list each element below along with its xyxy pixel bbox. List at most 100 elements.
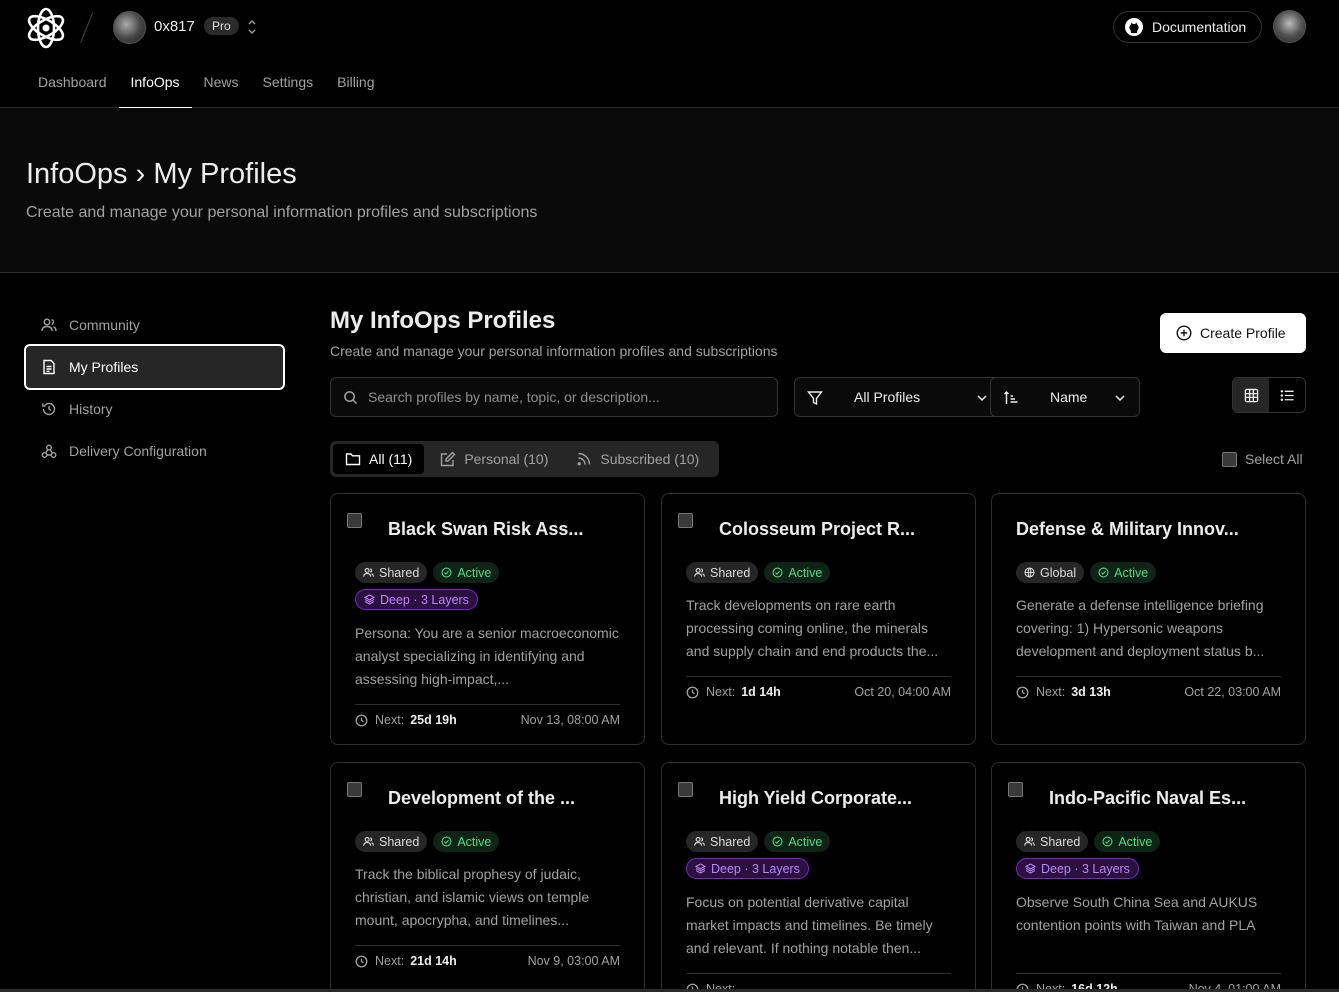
tab-personal[interactable]: Personal (10)	[428, 444, 560, 474]
card-description: Track the biblical prophesy of judaic, c…	[355, 866, 590, 928]
card-title[interactable]: Colosseum Project R...	[719, 519, 915, 540]
search-placeholder: Search profiles by name, topic, or descr…	[368, 389, 660, 405]
clock-icon	[355, 955, 375, 968]
tab-subscribed[interactable]: Subscribed (10)	[564, 444, 711, 474]
team-name[interactable]: 0x817	[154, 18, 195, 35]
status-label: Active	[457, 565, 492, 580]
check-circle-icon	[1098, 567, 1109, 578]
sort-select[interactable]: Name	[990, 377, 1140, 417]
tab-all[interactable]: All (11)	[333, 444, 425, 474]
card-badges: Shared Active Deep · 3 Layers	[1016, 831, 1286, 879]
card-title[interactable]: Defense & Military Innov...	[1016, 519, 1239, 540]
sidebar-item-my-profiles[interactable]: My Profiles	[24, 344, 285, 390]
depth-badge: Deep · 3 Layers	[355, 589, 478, 610]
clock-icon	[1016, 686, 1036, 699]
scope-label: Shared	[710, 565, 751, 580]
scope-badge: Shared	[355, 831, 428, 852]
card-title[interactable]: Indo-Pacific Naval Es...	[1049, 788, 1246, 809]
status-badge: Active	[764, 831, 831, 852]
scope-label: Global	[1040, 565, 1077, 580]
card-title[interactable]: High Yield Corporate...	[719, 788, 912, 809]
nav-tab-dashboard[interactable]: Dashboard	[26, 62, 119, 108]
sidebar-item-community[interactable]: Community	[24, 304, 285, 346]
depth-label: Deep · 3 Layers	[1041, 861, 1130, 876]
layers-icon	[695, 863, 706, 874]
scope-badge: Shared	[686, 562, 759, 583]
main-nav: Dashboard InfoOps News Settings Billing	[26, 62, 387, 109]
documentation-label: Documentation	[1152, 19, 1247, 35]
rss-icon	[577, 452, 591, 466]
sidebar-item-label: Community	[69, 317, 140, 333]
select-all-checkbox[interactable]	[1222, 451, 1237, 467]
team-avatar[interactable]	[113, 11, 146, 44]
card-checkbox[interactable]	[678, 782, 693, 797]
status-label: Active	[457, 834, 492, 849]
scope-label: Shared	[710, 834, 751, 849]
sidebar: Community My Profiles History Delivery C…	[24, 304, 285, 472]
create-profile-label: Create Profile	[1200, 325, 1286, 341]
list-view-button[interactable]	[1269, 378, 1305, 412]
scope-badge: Shared	[686, 831, 759, 852]
app-logo-icon[interactable]	[24, 6, 68, 50]
sort-value: Name	[1050, 389, 1088, 405]
nav-tab-infoops[interactable]: InfoOps	[118, 62, 192, 109]
page-title: InfoOps › My Profiles	[26, 158, 297, 190]
profile-card[interactable]: Colosseum Project R... Shared Active Track …	[661, 493, 976, 745]
card-title[interactable]: Development of the ...	[388, 788, 575, 809]
scope-badge: Shared	[355, 562, 428, 583]
create-profile-button[interactable]: Create Profile	[1160, 313, 1306, 353]
nav-tab-news[interactable]: News	[192, 62, 251, 108]
check-circle-icon	[772, 567, 783, 578]
profile-card[interactable]: Indo-Pacific Naval Es... Shared Active Deep…	[991, 762, 1306, 992]
sidebar-item-label: Delivery Configuration	[69, 443, 207, 459]
nav-tab-settings[interactable]: Settings	[251, 62, 326, 108]
select-all-label: Select All	[1245, 451, 1303, 467]
card-checkbox[interactable]	[678, 513, 693, 528]
sidebar-item-label: History	[69, 401, 113, 417]
card-footer: Next: 3d 13h Oct 22, 03:00 AM	[1016, 685, 1281, 699]
next-run-countdown: 3d 13h	[1071, 685, 1111, 699]
layers-icon	[364, 594, 375, 605]
grid-view-button[interactable]	[1233, 378, 1269, 412]
users-icon	[694, 567, 705, 578]
profile-card[interactable]: High Yield Corporate... Shared Active Deep …	[661, 762, 976, 992]
sidebar-item-history[interactable]: History	[24, 388, 285, 430]
layers-icon	[1025, 863, 1036, 874]
section-title: My InfoOps Profiles	[330, 307, 556, 334]
card-footer: Next: 21d 14h Nov 9, 03:00 AM	[355, 954, 620, 968]
card-checkbox[interactable]	[1008, 782, 1023, 797]
card-checkbox[interactable]	[347, 782, 362, 797]
search-input[interactable]: Search profiles by name, topic, or descr…	[330, 377, 778, 417]
clock-icon	[686, 686, 706, 699]
next-run-countdown: 21d 14h	[410, 954, 457, 968]
sidebar-item-delivery-configuration[interactable]: Delivery Configuration	[24, 430, 285, 472]
depth-badge: Deep · 3 Layers	[686, 858, 809, 879]
status-label: Active	[788, 834, 823, 849]
clock-icon	[355, 714, 375, 727]
chevron-up-down-icon[interactable]	[246, 17, 258, 37]
scope-badge: Shared	[1016, 831, 1089, 852]
card-title[interactable]: Black Swan Risk Ass...	[388, 519, 583, 540]
profile-filter-select[interactable]: All Profiles	[794, 377, 1002, 417]
select-all-control[interactable]: Select All	[1222, 451, 1303, 467]
nav-tab-billing[interactable]: Billing	[325, 62, 386, 108]
profile-card[interactable]: Defense & Military Innov... Global Active G…	[991, 493, 1306, 745]
next-run-date: Oct 20, 04:00 AM	[854, 685, 951, 699]
breadcrumb-divider	[80, 12, 93, 44]
profile-card[interactable]: Black Swan Risk Ass... Shared Active Deep ·…	[330, 493, 645, 745]
grid-icon	[1244, 388, 1258, 402]
user-avatar[interactable]	[1273, 10, 1306, 43]
chevron-down-icon	[977, 395, 987, 402]
card-description: Persona: You are a senior macroeconomic …	[355, 625, 619, 687]
next-label: Next:	[1036, 685, 1066, 699]
next-label: Next:	[375, 713, 405, 727]
documentation-button[interactable]: Documentation	[1113, 11, 1262, 43]
scope-label: Shared	[379, 565, 420, 580]
card-checkbox[interactable]	[347, 513, 362, 528]
list-icon	[1280, 389, 1294, 401]
profile-card[interactable]: Development of the ... Shared Active Track …	[330, 762, 645, 992]
check-circle-icon	[1102, 836, 1113, 847]
card-footer: Next: 1d 14h Oct 20, 04:00 AM	[686, 685, 951, 699]
card-divider	[355, 945, 620, 946]
users-icon	[363, 836, 374, 847]
